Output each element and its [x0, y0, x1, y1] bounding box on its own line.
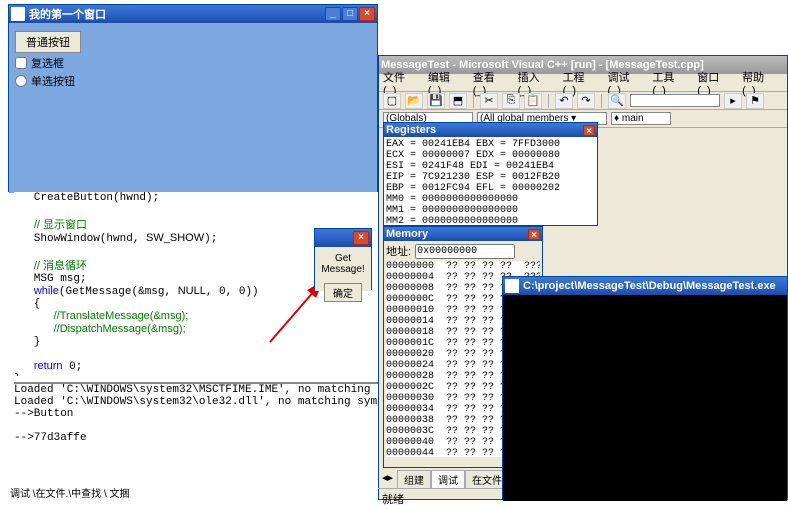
tab-build[interactable]: 组建 [397, 470, 431, 488]
registers-titlebar[interactable]: Registers × [384, 123, 597, 137]
console-body[interactable] [503, 295, 787, 501]
ide-toolbar: ▢ 📂 💾 ⬒ ✂ ⎘ 📋 ↶ ↷ 🔍 ▸ ⚑ [379, 92, 787, 110]
msgbox-ok-button[interactable]: 确定 [324, 283, 362, 302]
paste-icon[interactable]: 📋 [524, 93, 542, 109]
registers-window: Registers × EAX = 00241EB4 EBX = 7FFD300… [383, 122, 598, 226]
msgbox-titlebar[interactable]: × [315, 229, 371, 247]
normal-button[interactable]: 普通按钮 [15, 31, 81, 53]
msgbox-close-button[interactable]: × [353, 231, 369, 245]
menu-工具[interactable]: 工具(_) [652, 69, 687, 97]
maximize-button[interactable]: □ [342, 7, 358, 21]
checkbox-label: 复选框 [31, 55, 64, 71]
redo-icon[interactable]: ↷ [577, 93, 595, 109]
console-window: C:\project\MessageTest\Debug\MessageTest… [502, 276, 788, 500]
registers-close-button[interactable]: × [583, 125, 595, 136]
memory-close-button[interactable]: × [528, 229, 540, 240]
app-window: 我的第一个窗口 _ □ × 普通按钮 复选框 单选按钮 [8, 4, 378, 192]
saveall-icon[interactable]: ⬒ [449, 93, 467, 109]
msgbox-text: Get Message! [317, 253, 369, 275]
bottom-tabs-left[interactable]: 调试 \在文件.\中查找 \ 文捆 [10, 485, 129, 500]
app-body: 普通按钮 复选框 单选按钮 [9, 23, 377, 193]
message-box: × Get Message! 确定 [314, 228, 372, 290]
open-icon[interactable]: 📂 [405, 93, 423, 109]
checkbox-input[interactable] [15, 57, 27, 69]
minimize-button[interactable]: _ [325, 7, 341, 21]
scope-main[interactable]: ♦ main [611, 112, 671, 125]
radio-row[interactable]: 单选按钮 [15, 73, 371, 89]
memory-titlebar[interactable]: Memory × [384, 227, 542, 241]
radio-input[interactable] [15, 75, 27, 87]
output-pane[interactable]: Loaded 'C:\WINDOWS\system32\MSCTFIME.IME… [14, 382, 384, 476]
memory-address-input[interactable] [415, 244, 515, 259]
registers-body[interactable]: EAX = 00241EB4 EBX = 7FFD3000 ECX = 0000… [384, 137, 597, 223]
checkbox-row[interactable]: 复选框 [15, 55, 371, 71]
ide-menubar: 文件(_)编辑(_)查看(_)插入(_)工程(_)调试(_)工具(_)窗口(_)… [379, 74, 787, 92]
undo-icon[interactable]: ↶ [555, 93, 573, 109]
cut-icon[interactable]: ✂ [480, 93, 498, 109]
copy-icon[interactable]: ⎘ [502, 93, 520, 109]
memory-address-row: 地址: [386, 243, 540, 259]
msgbox-body: Get Message! 确定 [315, 247, 371, 291]
memory-address-label: 地址: [386, 243, 411, 259]
bookmark-icon[interactable]: ⚑ [746, 93, 764, 109]
radio-label: 单选按钮 [31, 73, 75, 89]
console-titlebar[interactable]: C:\project\MessageTest\Debug\MessageTest… [503, 277, 787, 295]
tab-debug[interactable]: 调试 [431, 470, 465, 488]
close-button[interactable]: × [359, 7, 375, 21]
console-title: C:\project\MessageTest\Debug\MessageTest… [523, 280, 785, 292]
app-title: 我的第一个窗口 [29, 6, 325, 22]
console-icon [505, 279, 519, 293]
app-icon [11, 7, 25, 21]
tab-nav-left[interactable]: ◂▸ [378, 470, 397, 488]
find-combo[interactable] [630, 94, 720, 107]
new-icon[interactable]: ▢ [383, 93, 401, 109]
find-icon[interactable]: 🔍 [608, 93, 626, 109]
go-icon[interactable]: ▸ [724, 93, 742, 109]
app-titlebar[interactable]: 我的第一个窗口 _ □ × [9, 5, 377, 23]
save-icon[interactable]: 💾 [427, 93, 445, 109]
